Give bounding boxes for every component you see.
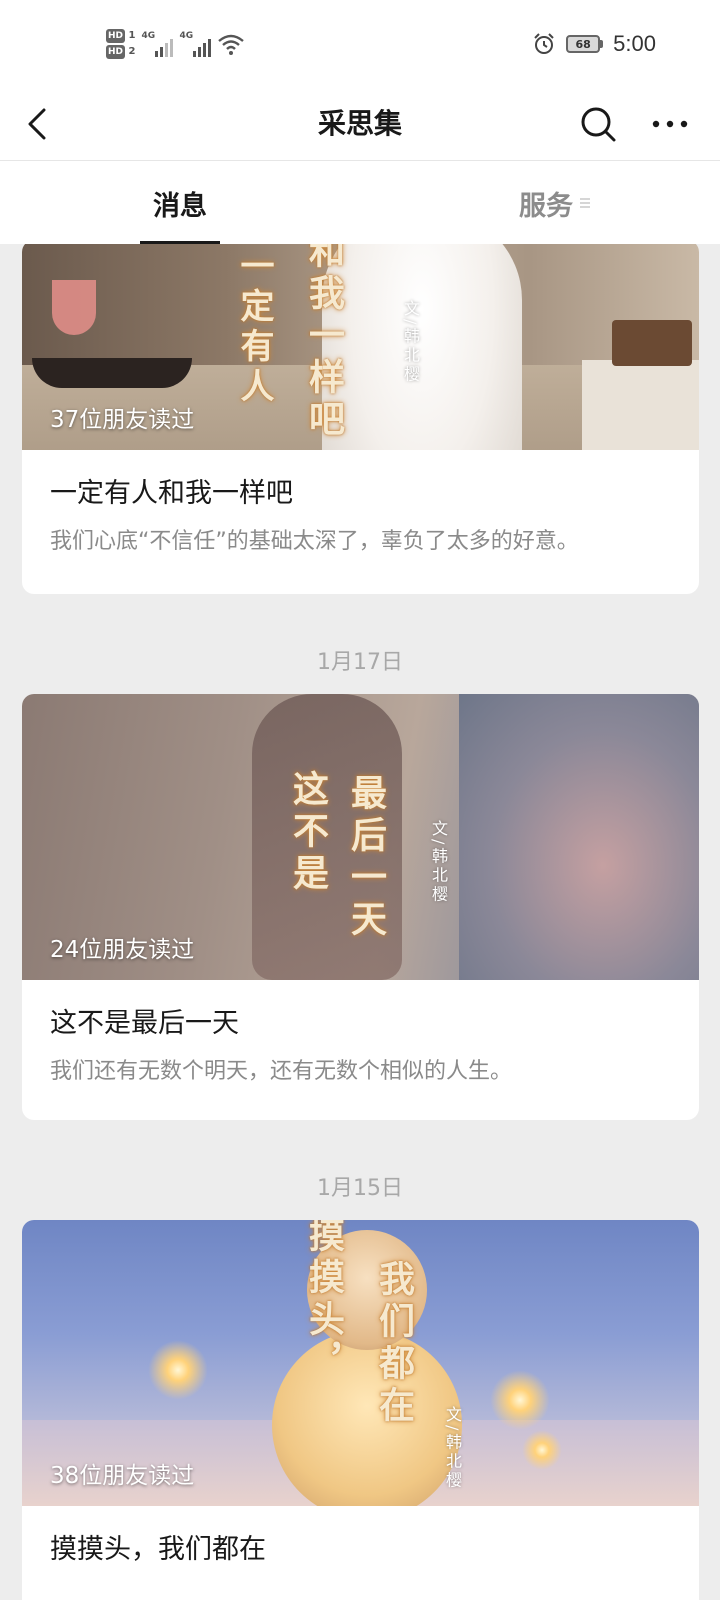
alarm-icon [534, 33, 554, 54]
date-separator: 1月15日 [317, 1176, 403, 1201]
clock: 5:00 [613, 31, 656, 56]
article-cover-image[interactable]: 我们都在 摸摸头， 文/韩北樱 38位朋友读过 [22, 1220, 699, 1506]
tab-messages[interactable]: 消息 [120, 161, 240, 245]
cover-title-text: 和我一样吧 [303, 244, 345, 442]
cover-title-text: 最后一天 [345, 774, 387, 942]
wifi-icon [218, 34, 245, 55]
status-right: 68 5:00 [532, 22, 656, 66]
article-title[interactable]: 这不是最后一天 [22, 980, 699, 1044]
article-title[interactable]: 摸摸头，我们都在 [22, 1506, 699, 1570]
cover-byline: 文/韩北樱 [429, 820, 448, 905]
more-dots-icon[interactable] [648, 104, 692, 144]
date-separator: 1月17日 [317, 650, 403, 675]
cover-title-text: 摸摸头， [303, 1220, 345, 1384]
chevron-left-icon[interactable] [20, 104, 60, 144]
nav-bar: 采思集 [0, 88, 720, 160]
sim-indicators: HD 1 HD 2 [106, 29, 135, 59]
menu-lines-icon [580, 198, 590, 208]
hd1-indicator: HD 1 [106, 29, 136, 43]
battery-level: 68 [566, 35, 601, 53]
article-title[interactable]: 一定有人和我一样吧 [22, 450, 699, 514]
article-summary: 我们还有无数个明天，还有无数个相似的人生。 [50, 1059, 513, 1084]
hd2-indicator: HD 2 [106, 45, 136, 59]
readers-count: 37位朋友读过 [50, 407, 195, 433]
signal-1-icon: 4G [141, 31, 174, 57]
cover-byline: 文/韩北樱 [443, 1406, 462, 1491]
search-icon[interactable] [578, 104, 618, 144]
article-summary: 我们心底“不信任”的基础太深了，辜负了太多的好意。 [50, 529, 579, 554]
cover-title-text: 我们都在 [373, 1260, 415, 1428]
cover-title-text: 这不是 [287, 770, 329, 896]
readers-count: 38位朋友读过 [50, 1463, 195, 1489]
status-left: HD 1 HD 2 4G 4G [106, 22, 245, 66]
article-cover-image[interactable]: 和我一样吧 一定有人 文/韩北樱 37位朋友读过 [22, 244, 699, 450]
article-card[interactable]: 我们都在 摸摸头， 文/韩北樱 38位朋友读过 摸摸头，我们都在 [22, 1220, 699, 1600]
readers-count: 24位朋友读过 [50, 937, 195, 963]
cover-title-text: 一定有人 [234, 248, 274, 408]
article-card[interactable]: 和我一样吧 一定有人 文/韩北樱 37位朋友读过 一定有人和我一样吧 我们心底“… [22, 244, 699, 594]
article-feed[interactable]: 和我一样吧 一定有人 文/韩北樱 37位朋友读过 一定有人和我一样吧 我们心底“… [0, 244, 720, 1600]
article-cover-image[interactable]: 最后一天 这不是 文/韩北樱 24位朋友读过 [22, 694, 699, 980]
tab-bar: 消息 服务 [0, 160, 720, 245]
battery-icon: 68 [566, 35, 604, 53]
tab-services[interactable]: 服务 [490, 161, 620, 245]
status-bar: HD 1 HD 2 4G 4G 68 5:00 [0, 0, 720, 88]
cover-byline: 文/韩北樱 [401, 300, 420, 385]
signal-2-icon: 4G [179, 31, 212, 57]
article-card[interactable]: 最后一天 这不是 文/韩北樱 24位朋友读过 这不是最后一天 我们还有无数个明天… [22, 694, 699, 1120]
